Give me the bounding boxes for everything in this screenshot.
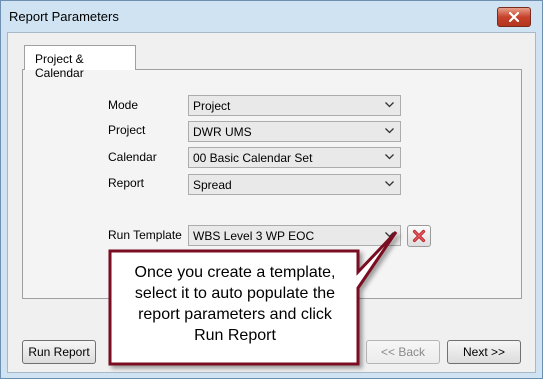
calendar-select[interactable]: 00 Basic Calendar Set <box>188 147 401 168</box>
run-template-select[interactable]: WBS Level 3 WP EOC <box>188 225 401 246</box>
close-icon <box>509 12 519 22</box>
next-button[interactable]: Next >> <box>447 340 521 364</box>
close-button[interactable] <box>497 7 531 27</box>
report-parameters-window: Report Parameters Project & Calendar Mod… <box>0 0 543 379</box>
report-select[interactable]: Spread <box>188 174 401 195</box>
title-bar: Report Parameters <box>1 1 542 31</box>
chevron-down-icon <box>385 154 394 160</box>
chevron-down-icon <box>385 232 394 238</box>
dialog-body: Project & Calendar Mode Project Project … <box>7 32 536 373</box>
delete-x-icon <box>412 229 426 243</box>
delete-template-button[interactable] <box>407 225 431 247</box>
calendar-value: 00 Basic Calendar Set <box>193 151 313 165</box>
back-button[interactable]: << Back <box>366 340 440 364</box>
chevron-down-icon <box>385 128 394 134</box>
report-value: Spread <box>193 178 232 192</box>
window-title: Report Parameters <box>9 9 119 24</box>
mode-label: Mode <box>108 98 139 112</box>
mode-value: Project <box>193 99 231 113</box>
project-value: DWR UMS <box>193 125 252 139</box>
project-label: Project <box>108 123 146 137</box>
chevron-down-icon <box>385 181 394 187</box>
run-template-label: Run Template <box>108 228 182 242</box>
chevron-down-icon <box>385 102 394 108</box>
project-select[interactable]: DWR UMS <box>188 121 401 142</box>
calendar-label: Calendar <box>108 150 157 164</box>
mode-select[interactable]: Project <box>188 95 401 116</box>
run-template-value: WBS Level 3 WP EOC <box>193 229 315 243</box>
report-label: Report <box>108 176 145 190</box>
run-report-button[interactable]: Run Report <box>22 340 96 364</box>
tab-project-calendar[interactable]: Project & Calendar <box>24 45 136 80</box>
